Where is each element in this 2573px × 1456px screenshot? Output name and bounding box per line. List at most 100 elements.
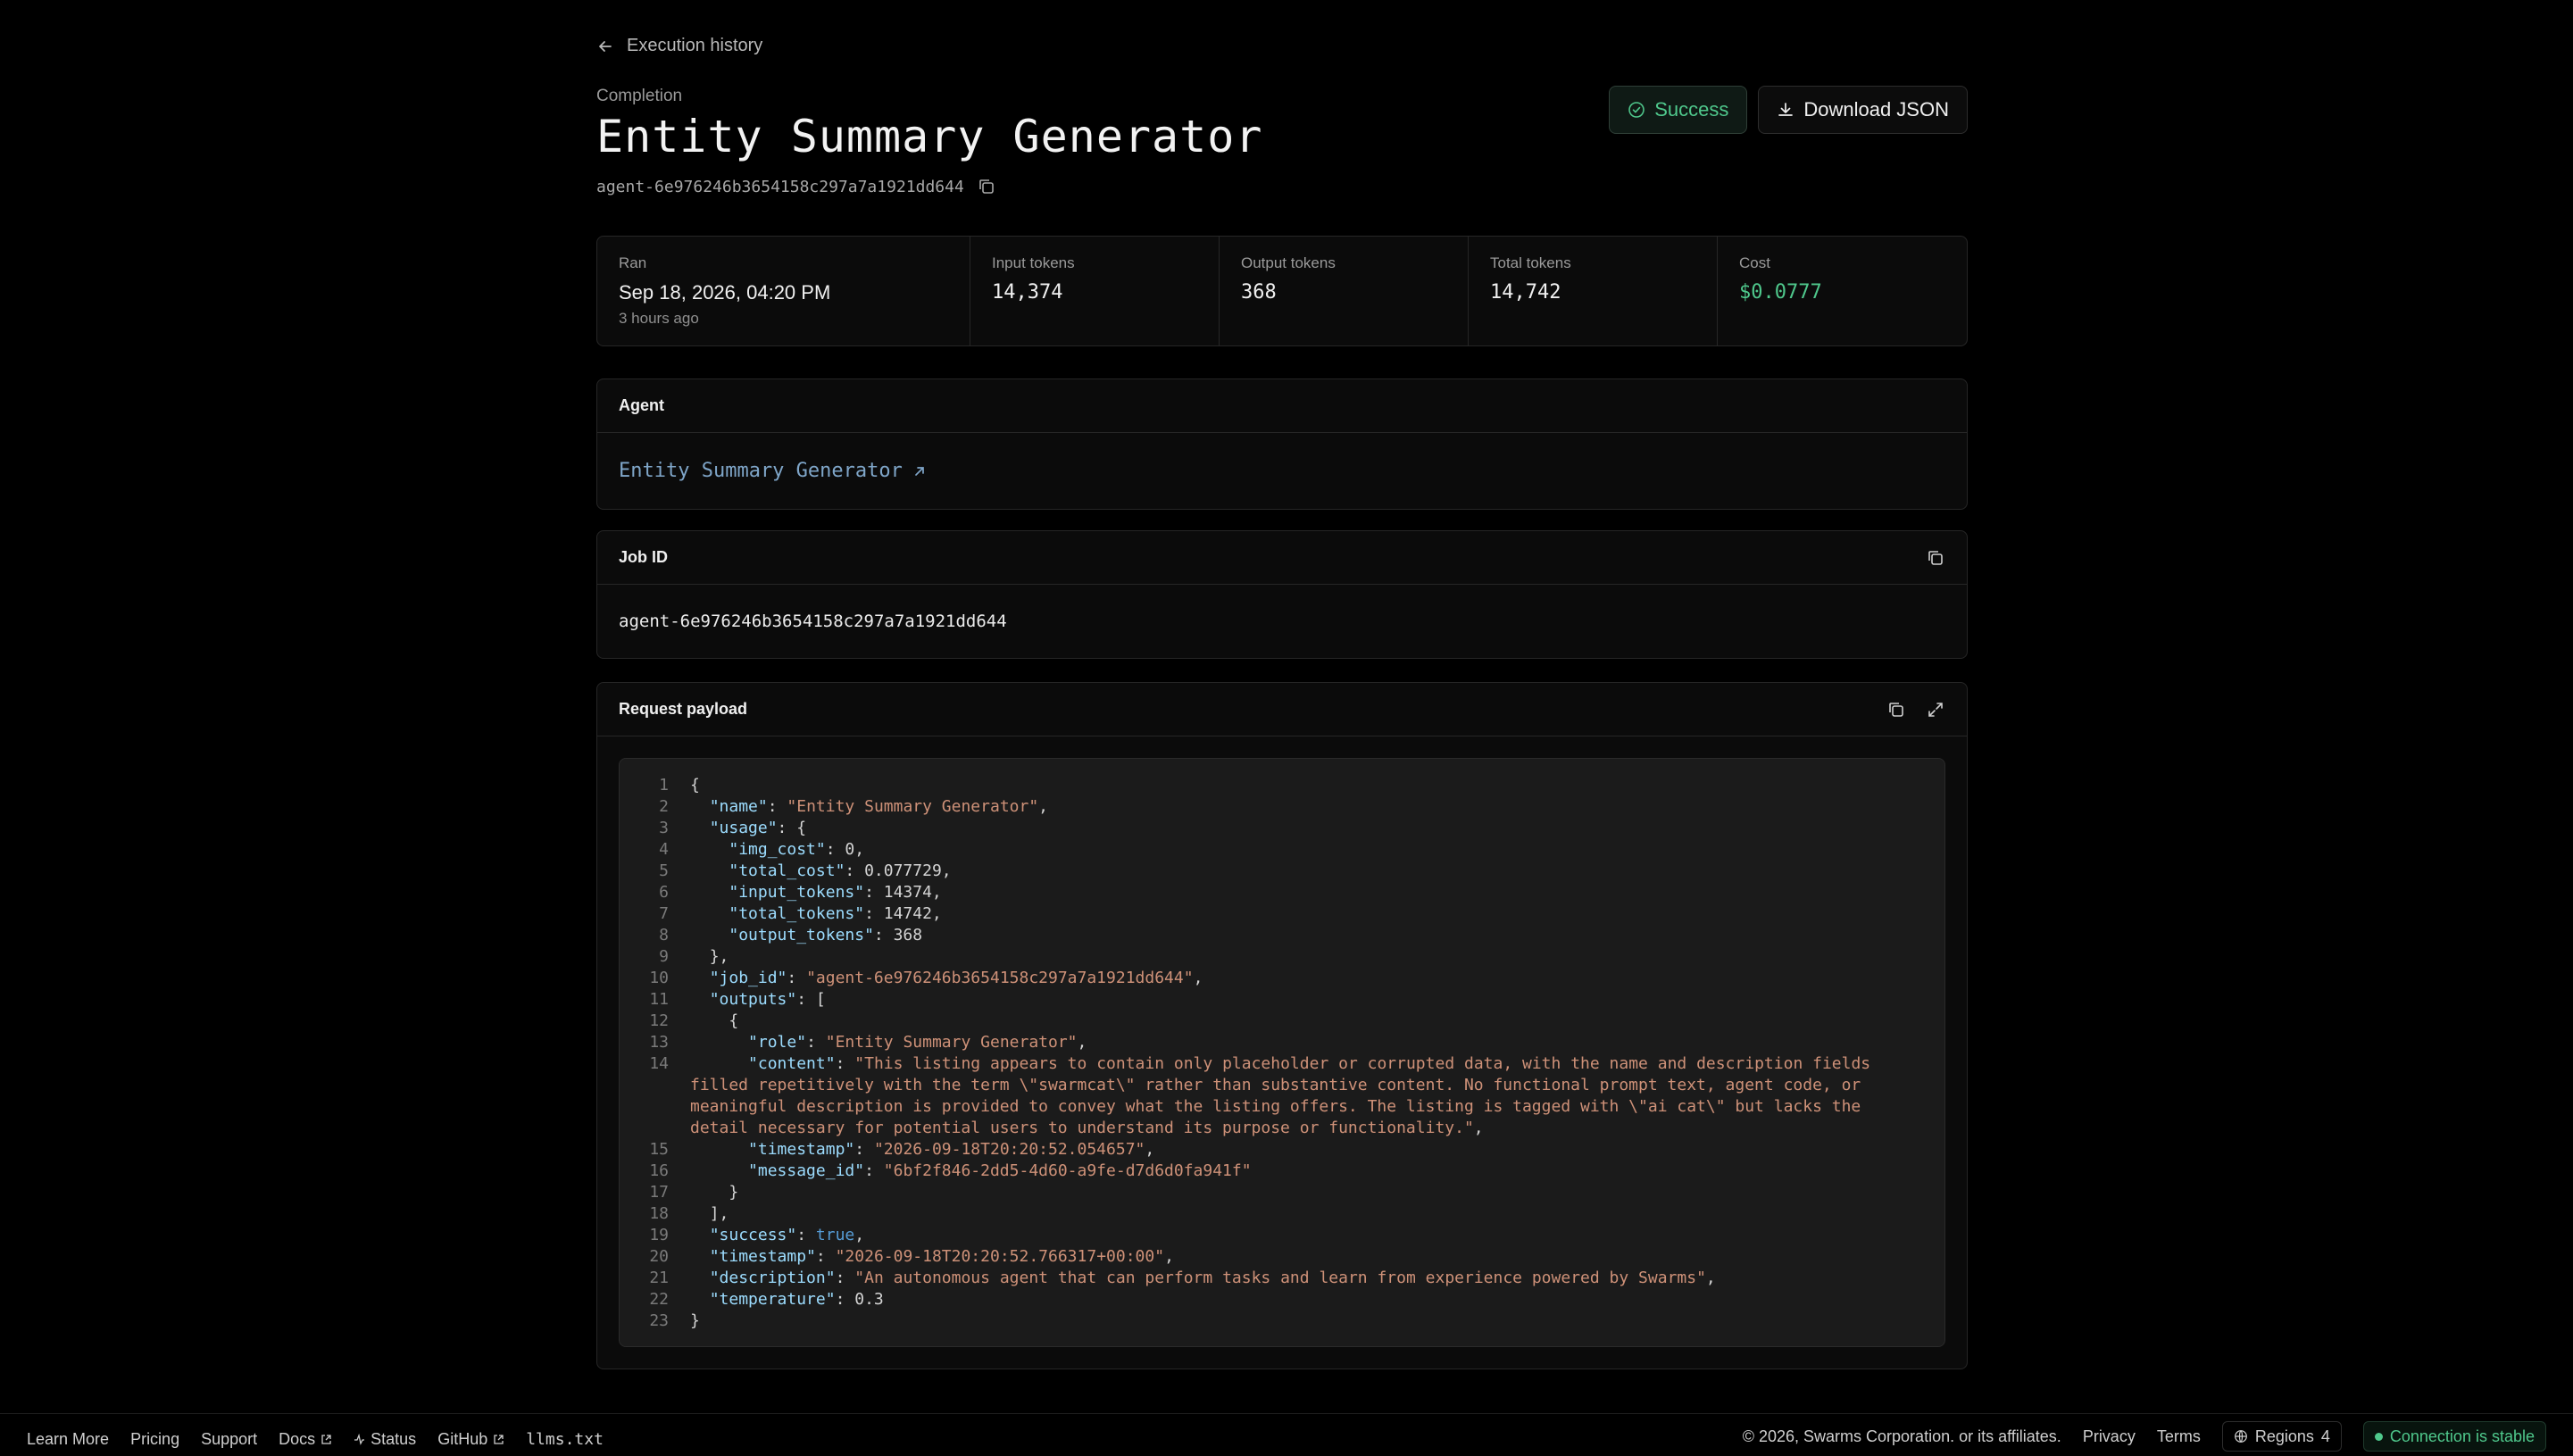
json-punct: } <box>690 1311 700 1330</box>
line-content: "img_cost": 0, <box>690 839 1927 861</box>
footer-pricing[interactable]: Pricing <box>130 1430 179 1449</box>
json-key: "img_cost" <box>729 840 826 859</box>
agent-id-text: agent-6e976246b3654158c297a7a1921dd644 <box>596 177 964 196</box>
json-string: "agent-6e976246b3654158c297a7a1921dd644" <box>806 969 1194 987</box>
footer-llms[interactable]: llms.txt <box>526 1430 604 1449</box>
json-punct: : <box>835 1269 855 1287</box>
line-number: 22 <box>649 1290 669 1309</box>
json-punct: : <box>835 1054 855 1073</box>
json-punct: } <box>729 1183 739 1202</box>
line-number: 20 <box>649 1247 669 1266</box>
footer-github[interactable]: GitHub <box>437 1430 504 1449</box>
line-number: 17 <box>649 1183 669 1202</box>
line-content: "total_tokens": 14742, <box>690 903 1927 925</box>
job-id-card-header: Job ID <box>597 531 1967 585</box>
footer-right: © 2026, Swarms Corporation. or its affil… <box>1743 1421 2546 1452</box>
json-key: "total_cost" <box>729 861 845 880</box>
code-line: 2 "name": "Entity Summary Generator", <box>620 796 1944 818</box>
json-string: "This listing appears to contain only pl… <box>690 1054 1880 1137</box>
download-json-button[interactable]: Download JSON <box>1758 86 1968 134</box>
line-content: ], <box>690 1203 1927 1225</box>
stat-input-value: 14,374 <box>992 281 1063 304</box>
json-punct: { <box>690 776 700 795</box>
line-number: 21 <box>649 1269 669 1287</box>
footer-terms[interactable]: Terms <box>2157 1427 2201 1446</box>
regions-button[interactable]: Regions 4 <box>2221 1421 2342 1452</box>
json-punct: , <box>1193 969 1203 987</box>
json-punct: : <box>787 969 807 987</box>
json-punct: : <box>796 1226 816 1244</box>
footer-status[interactable]: Status <box>354 1430 416 1449</box>
stat-output-value: 368 <box>1241 281 1277 304</box>
external-arrow-icon <box>915 466 924 476</box>
json-punct: : 0.077729, <box>845 861 952 880</box>
line-content: "job_id": "agent-6e976246b3654158c297a7a… <box>690 968 1927 989</box>
footer-github-label: GitHub <box>437 1430 488 1448</box>
back-link[interactable]: Execution history <box>596 36 762 56</box>
code-line: 15 "timestamp": "2026-09-18T20:20:52.054… <box>620 1139 1944 1161</box>
json-punct: , <box>1473 1119 1484 1137</box>
expand-icon[interactable] <box>1926 700 1945 720</box>
regions-count: 4 <box>2320 1427 2330 1445</box>
footer-docs[interactable]: Docs <box>279 1430 332 1449</box>
agent-link[interactable]: Entity Summary Generator <box>597 433 1967 509</box>
footer-learn-more[interactable]: Learn More <box>27 1430 109 1449</box>
json-key: "temperature" <box>709 1290 836 1309</box>
connection-status: Connection is stable <box>2362 1421 2546 1452</box>
json-key: "total_tokens" <box>729 904 865 923</box>
job-id-value: agent-6e976246b3654158c297a7a1921dd644 <box>619 612 1007 631</box>
json-key: "timestamp" <box>709 1247 816 1266</box>
line-number: 4 <box>659 840 669 859</box>
json-punct: , <box>854 1226 865 1244</box>
stat-ran-value: Sep 18, 2026, 04:20 PM <box>619 281 831 304</box>
agent-link-label: Entity Summary Generator <box>619 460 903 482</box>
footer-support[interactable]: Support <box>201 1430 257 1449</box>
json-key: "success" <box>709 1226 797 1244</box>
json-punct: , <box>1164 1247 1174 1266</box>
json-punct: : <box>767 797 787 816</box>
line-content: "outputs": [ <box>690 989 1927 1011</box>
stat-ran: Ran Sep 18, 2026, 04:20 PM 3 hours ago <box>597 237 970 345</box>
connection-dot <box>2374 1432 2383 1441</box>
code-line: 7 "total_tokens": 14742, <box>620 903 1944 925</box>
copy-icon[interactable] <box>1886 700 1906 720</box>
code-line: 10 "job_id": "agent-6e976246b3654158c297… <box>620 968 1944 989</box>
line-content: "input_tokens": 14374, <box>690 882 1927 903</box>
json-punct: : 368 <box>873 926 923 944</box>
stat-ran-relative: 3 hours ago <box>619 310 699 327</box>
copy-icon[interactable] <box>977 177 996 196</box>
check-circle-icon <box>1628 102 1645 118</box>
json-string: "6bf2f846-2dd5-4d60-a9fe-d7d6d0fa941f" <box>883 1161 1252 1180</box>
line-number: 14 <box>649 1054 669 1073</box>
stats-panel: Ran Sep 18, 2026, 04:20 PM 3 hours ago I… <box>596 236 1968 346</box>
activity-icon <box>354 1434 365 1445</box>
json-punct: : <box>806 1033 826 1052</box>
code-line: 18 ], <box>620 1203 1944 1225</box>
line-number: 8 <box>659 926 669 944</box>
code-line: 23} <box>620 1310 1944 1332</box>
external-link-icon <box>321 1435 331 1444</box>
footer-privacy[interactable]: Privacy <box>2083 1427 2136 1446</box>
json-key: "timestamp" <box>748 1140 855 1159</box>
line-number: 15 <box>649 1140 669 1159</box>
json-string: "2026-09-18T20:20:52.054657" <box>873 1140 1145 1159</box>
line-number: 16 <box>649 1161 669 1180</box>
line-content: "message_id": "6bf2f846-2dd5-4d60-a9fe-d… <box>690 1161 1927 1182</box>
copy-icon[interactable] <box>1926 548 1945 568</box>
json-key: "usage" <box>709 819 778 837</box>
footer-docs-label: Docs <box>279 1430 316 1448</box>
line-number: 23 <box>649 1311 669 1330</box>
json-punct: : 0, <box>825 840 865 859</box>
stat-ran-label: Ran <box>619 254 647 271</box>
